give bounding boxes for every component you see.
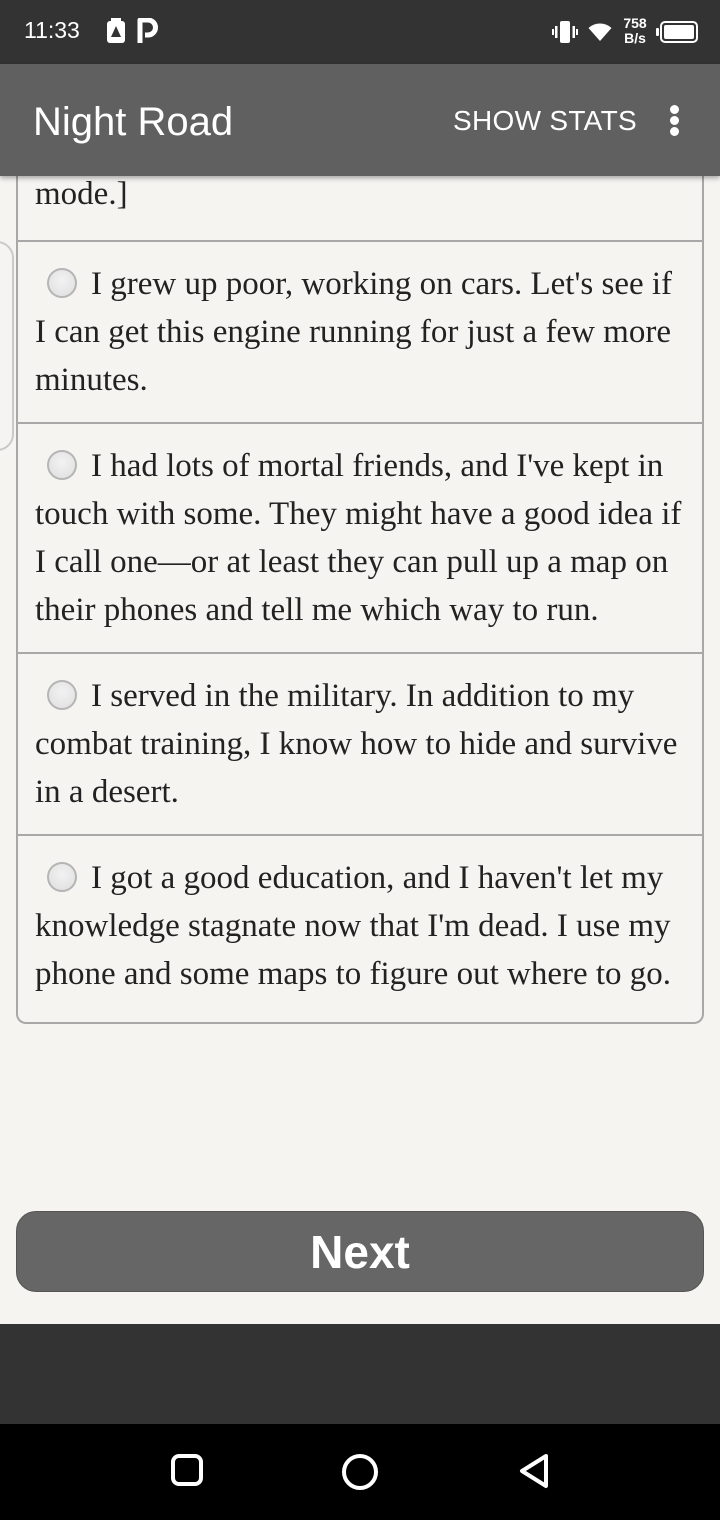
choice-option[interactable]: I got a good education, and I haven't le… (18, 836, 702, 1022)
choice-list: mode.] I grew up poor, working on cars. … (16, 176, 704, 1024)
wifi-icon (588, 23, 612, 41)
alert-icon (107, 18, 125, 43)
overflow-menu-icon[interactable] (664, 102, 688, 138)
previous-option-text: mode.] (35, 176, 128, 212)
radio-button[interactable] (47, 862, 77, 892)
show-stats-button[interactable]: SHOW STATS (453, 105, 637, 137)
battery-icon (656, 21, 698, 43)
app-title: Night Road (33, 100, 234, 144)
choice-option[interactable]: I grew up poor, working on cars. Let's s… (18, 242, 702, 424)
radio-button[interactable] (47, 450, 77, 480)
choice-option-text: I had lots of mortal friends, and I've k… (35, 448, 682, 628)
choice-content[interactable]: mode.] I grew up poor, working on cars. … (0, 176, 720, 1324)
network-speed-unit: B/s (624, 30, 646, 46)
network-speed: 758 B/s (620, 16, 650, 46)
home-icon[interactable] (340, 1452, 380, 1492)
vibrate-icon (552, 21, 578, 43)
edge-panel-handle[interactable] (0, 241, 14, 451)
navigation-bar (0, 1424, 720, 1520)
recents-icon[interactable] (170, 1452, 204, 1488)
choice-option-text: I served in the military. In addition to… (35, 678, 678, 810)
parking-icon (137, 18, 158, 43)
status-time: 11:33 (24, 17, 80, 43)
radio-button[interactable] (47, 680, 77, 710)
radio-button[interactable] (47, 268, 77, 298)
next-button[interactable]: Next (16, 1211, 704, 1292)
lower-panel (0, 1324, 720, 1424)
choice-option-text: I got a good education, and I haven't le… (35, 860, 672, 992)
choice-option[interactable]: I served in the military. In addition to… (18, 654, 702, 836)
app-bar: Night Road SHOW STATS (0, 64, 720, 176)
status-bar: 11:33 758 B/s (0, 0, 720, 64)
network-speed-value: 758 (623, 15, 647, 31)
choice-option[interactable]: I had lots of mortal friends, and I've k… (18, 424, 702, 654)
choice-option-text: I grew up poor, working on cars. Let's s… (35, 266, 673, 398)
previous-option-fragment: mode.] (18, 176, 702, 242)
back-icon[interactable] (516, 1452, 552, 1490)
